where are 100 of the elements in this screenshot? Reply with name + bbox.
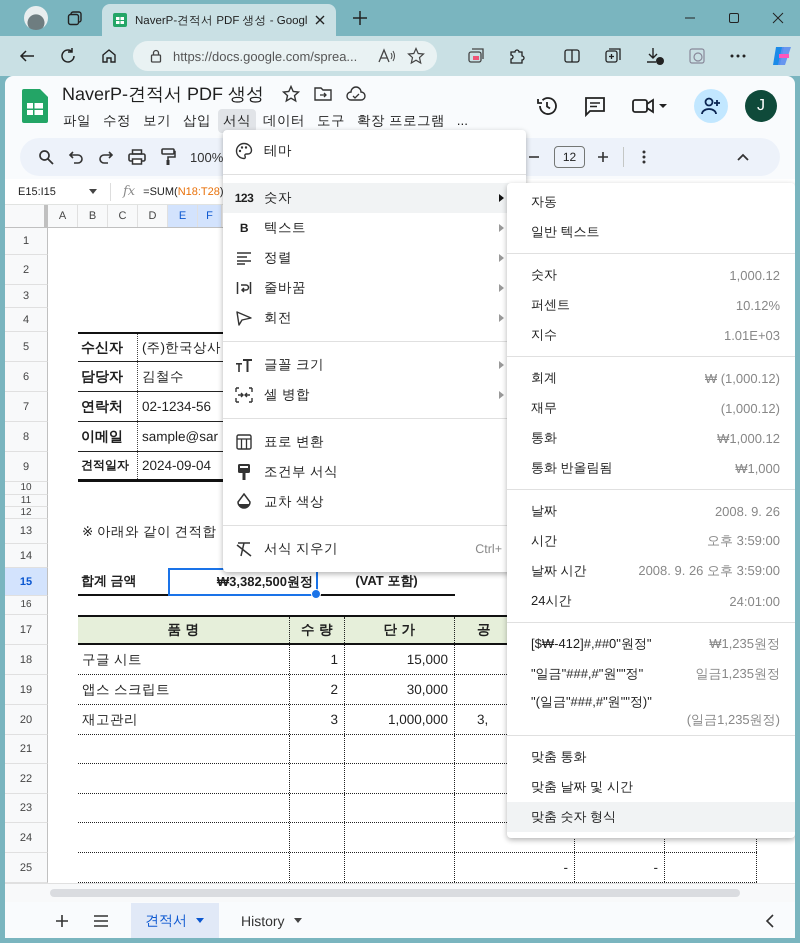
menu-item[interactable]: 날짜 2008. 9. 26 xyxy=(507,496,795,526)
table-cell: 1,000,000 xyxy=(345,705,455,734)
row-header[interactable]: 24 xyxy=(5,823,48,853)
row-header[interactable]: 8 xyxy=(5,422,48,452)
format-example: 오후 3:59:00 xyxy=(707,532,780,550)
sheet-tab[interactable]: 견적서 xyxy=(131,903,219,938)
table-cell: 재고관리 xyxy=(78,705,290,734)
column-header[interactable]: A xyxy=(48,205,78,227)
row-header[interactable]: 4 xyxy=(5,308,48,332)
row-header[interactable]: 20 xyxy=(5,705,48,735)
tab-title: NaverP-견적서 PDF 생성 - Googl xyxy=(135,14,308,28)
column-header[interactable]: F xyxy=(198,205,222,227)
row-header[interactable]: 23 xyxy=(5,794,48,823)
account-avatar[interactable]: J xyxy=(745,90,777,122)
menu-item[interactable]: 통화 반올림됨 ₩1,000 xyxy=(507,453,795,483)
font-size-field[interactable]: 12 xyxy=(554,146,585,168)
row-header[interactable]: 22 xyxy=(5,764,48,794)
row-header[interactable]: 12 xyxy=(5,507,48,519)
menu-item[interactable]: 날짜 시간 2008. 9. 26 오후 3:59:00 xyxy=(507,556,795,586)
menu-item[interactable]: 퍼센트 10.12% xyxy=(507,290,795,320)
menu-item[interactable]: 도구 xyxy=(312,108,350,132)
row-header[interactable]: 19 xyxy=(5,675,48,705)
row-header[interactable]: 13 xyxy=(5,519,48,544)
menu-item[interactable]: 삽입 xyxy=(178,108,216,132)
table-cell: 이메일 xyxy=(78,422,138,451)
row-header[interactable]: 6 xyxy=(5,362,48,392)
menu-item[interactable]: 시간 오후 3:59:00 xyxy=(507,526,795,556)
format-example: 24:01:00 xyxy=(729,594,780,608)
row-header[interactable]: 5 xyxy=(5,332,48,362)
row-header[interactable]: 2 xyxy=(5,255,48,285)
format-example: 일금1,235원정 xyxy=(695,665,780,683)
menu-item[interactable]: 맞춤 통화 xyxy=(507,742,795,772)
format-example: (1,000.12) xyxy=(720,400,780,416)
zoom-select[interactable]: 100% xyxy=(190,150,224,164)
row-header[interactable]: 18 xyxy=(5,645,48,675)
menu-item[interactable]: 맞춤 숫자 형식 xyxy=(507,802,795,832)
format-example: ₩ (1,000.12) xyxy=(704,370,780,386)
row-header[interactable]: 9 xyxy=(5,452,48,482)
menu-item[interactable]: 데이터 xyxy=(258,108,310,132)
format-example: 10.12% xyxy=(736,298,780,312)
menu-item[interactable]: 파일 xyxy=(58,108,96,132)
table-cell: 구글 시트 xyxy=(78,645,290,674)
table-cell-text: 김철수 xyxy=(141,368,184,386)
format-example: 1.01E+03 xyxy=(724,328,780,342)
table-cell: 2 xyxy=(290,675,345,704)
row-header[interactable]: 10 xyxy=(5,482,48,495)
row-header[interactable]: 7 xyxy=(5,392,48,422)
note-text: ※ 아래와 같이 견적합 xyxy=(81,522,217,540)
table-cell: - xyxy=(455,853,575,882)
table-cell: 연락처 xyxy=(78,392,138,421)
row-header[interactable]: 14 xyxy=(5,544,48,568)
table-cell: 15,000 xyxy=(345,645,455,674)
address-bar[interactable]: https://docs.google.com/sprea... xyxy=(133,41,438,71)
menu-item[interactable]: 숫자 1,000.12 xyxy=(507,260,795,290)
menu-item[interactable]: 일반 텍스트 xyxy=(507,217,795,247)
sheet-tab[interactable]: History xyxy=(227,903,317,938)
row-header[interactable]: 11 xyxy=(5,495,48,507)
menu-item[interactable]: "일금"###,#"원""정" 일금1,235원정 xyxy=(507,659,795,689)
table-cell: 담당자 xyxy=(78,362,138,391)
browser-tab[interactable]: NaverP-견적서 PDF 생성 - Googl xyxy=(102,4,336,36)
table-cell: 합계 금액 xyxy=(78,568,168,596)
menu-item[interactable]: 통화 ₩1,000.12 xyxy=(507,423,795,453)
row-header[interactable]: 15 xyxy=(5,568,48,596)
row-header[interactable]: 1 xyxy=(5,228,48,255)
table-cell: 수 량 xyxy=(290,617,345,643)
menu-item[interactable]: 지수 1.01E+03 xyxy=(507,320,795,350)
row-header[interactable]: 3 xyxy=(5,285,48,308)
column-header[interactable]: C xyxy=(108,205,138,227)
format-example: 2008. 9. 26 xyxy=(714,504,780,518)
table-cell: 수신자 xyxy=(78,334,138,361)
row-header[interactable]: 25 xyxy=(5,853,48,883)
name-box[interactable]: E15:I15 xyxy=(18,186,88,198)
format-glyph-icon: B xyxy=(240,221,248,235)
menu-item[interactable]: ... xyxy=(452,110,474,131)
menu-item[interactable]: 보기 xyxy=(138,108,176,132)
table-cell: - xyxy=(575,853,665,882)
column-header[interactable]: B xyxy=(78,205,108,227)
row-header[interactable]: 17 xyxy=(5,615,48,645)
menu-item[interactable]: 24시간 24:01:00 xyxy=(507,586,795,616)
format-example: (일금1,235원정) xyxy=(686,711,780,729)
menu-item[interactable]: 맞춤 날짜 및 시간 xyxy=(507,772,795,802)
formula-text[interactable]: =SUM(N18:T28) xyxy=(143,186,224,198)
table-cell-text: 02-1234-56 xyxy=(141,398,212,416)
menu-item[interactable]: 서식 xyxy=(218,108,256,132)
menu-item[interactable]: 수정 xyxy=(98,108,136,132)
menu-item[interactable]: 회계 ₩ (1,000.12) xyxy=(507,363,795,393)
row-header[interactable]: 21 xyxy=(5,735,48,764)
menu-item[interactable]: 확장 프로그램 xyxy=(352,108,450,132)
column-header[interactable]: E xyxy=(168,205,198,227)
menu-item[interactable]: 테마 xyxy=(223,136,526,166)
row-header[interactable]: 16 xyxy=(5,596,48,615)
format-example: 2008. 9. 26 오후 3:59:00 xyxy=(638,562,780,580)
table-cell: 30,000 xyxy=(345,675,455,704)
url-text: https://docs.google.com/sprea... xyxy=(173,48,358,64)
format-example: ₩1,000 xyxy=(735,460,780,476)
table-cell-text: (주)한국상사 xyxy=(141,338,221,357)
document-title[interactable]: NaverP-견적서 PDF 생성 xyxy=(62,82,264,106)
table-cell-text: 2024-09-04 xyxy=(141,457,212,475)
menu-item[interactable]: 재무 (1,000.12) xyxy=(507,393,795,423)
table-cell: 3 xyxy=(290,705,345,734)
